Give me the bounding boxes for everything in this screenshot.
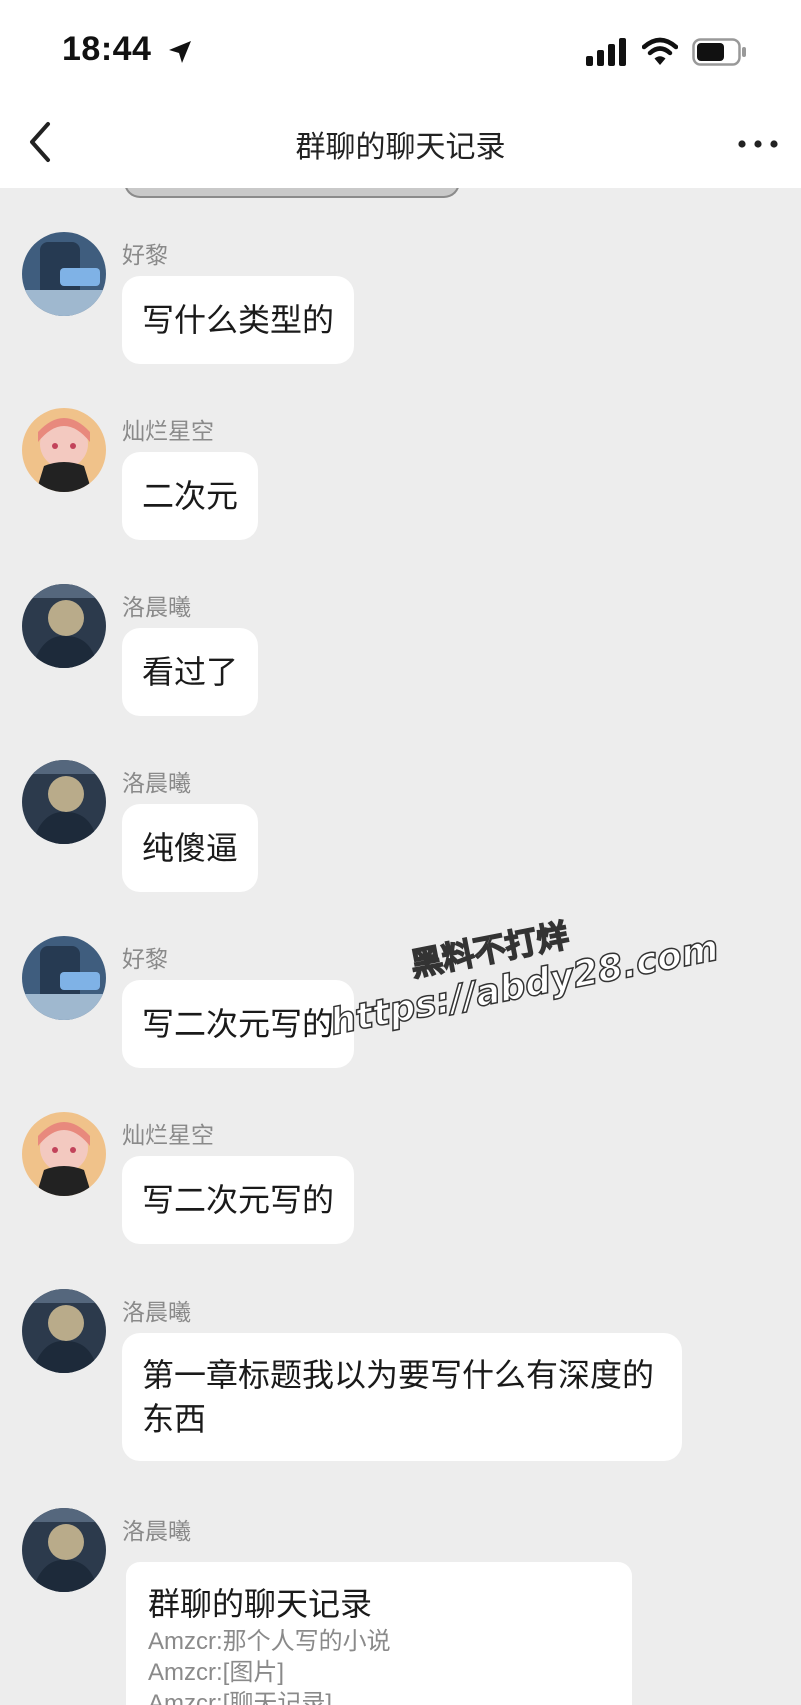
status-time: 18:44 xyxy=(62,30,152,68)
message-bubble[interactable]: 纯傻逼 xyxy=(122,804,259,892)
avatar[interactable] xyxy=(22,584,106,668)
previous-message-bubble-edge xyxy=(124,188,460,198)
wifi-icon xyxy=(642,37,678,65)
battery-icon xyxy=(692,38,746,66)
navigation-bar: 群聊的聊天记录 xyxy=(0,100,801,188)
watermark-line: 黑料不打烊 xyxy=(407,915,573,985)
chat-history[interactable]: 好黎 写什么类型的 灿烂星空 二次元 洛晨曦 看过了 洛晨曦 纯傻逼 好黎 写二… xyxy=(0,188,801,1705)
sender-name: 洛晨曦 xyxy=(122,1300,191,1326)
avatar[interactable] xyxy=(22,936,106,1020)
chat-record-line: Amzcr:[聊天记录] xyxy=(148,1690,332,1705)
avatar[interactable] xyxy=(22,760,106,844)
watermark: 黑料不打烊 https://abdy28.com xyxy=(318,883,723,1044)
sender-name: 洛晨曦 xyxy=(122,595,191,621)
watermark-url: https://abdy28.com xyxy=(326,927,723,1044)
cellular-signal-icon xyxy=(586,38,626,66)
sender-name: 灿烂星空 xyxy=(122,419,214,445)
sender-name: 洛晨曦 xyxy=(122,771,191,797)
avatar[interactable] xyxy=(22,1112,106,1196)
location-arrow-icon xyxy=(169,41,191,63)
chat-record-title: 群聊的聊天记录 xyxy=(148,1585,373,1623)
page-title: 群聊的聊天记录 xyxy=(295,130,506,165)
chat-record-line: Amzcr:[图片] xyxy=(148,1659,284,1686)
chat-record-line: Amzcr:那个人写的小说 xyxy=(148,1628,391,1655)
sender-name: 好黎 xyxy=(122,243,168,269)
avatar[interactable] xyxy=(22,408,106,492)
message-bubble[interactable]: 写什么类型的 xyxy=(122,276,355,364)
status-bar: 18:44 xyxy=(0,0,801,100)
sender-name: 洛晨曦 xyxy=(122,1519,191,1545)
message-bubble[interactable]: 写二次元写的 xyxy=(122,1156,355,1244)
message-bubble[interactable]: 看过了 xyxy=(122,628,259,716)
avatar[interactable] xyxy=(22,232,106,316)
sender-name: 灿烂星空 xyxy=(122,1123,214,1149)
chat-record-card[interactable]: 群聊的聊天记录 Amzcr:那个人写的小说 Amzcr:[图片] Amzcr:[… xyxy=(126,1562,632,1705)
avatar[interactable] xyxy=(22,1289,106,1373)
more-options-icon[interactable] xyxy=(736,124,780,164)
message-bubble[interactable]: 写二次元写的 xyxy=(122,980,355,1068)
avatar[interactable] xyxy=(22,1508,106,1592)
message-bubble[interactable]: 二次元 xyxy=(122,452,259,540)
sender-name: 好黎 xyxy=(122,947,168,973)
message-bubble[interactable]: 第一章标题我以为要写什么有深度的东西 xyxy=(122,1333,682,1461)
